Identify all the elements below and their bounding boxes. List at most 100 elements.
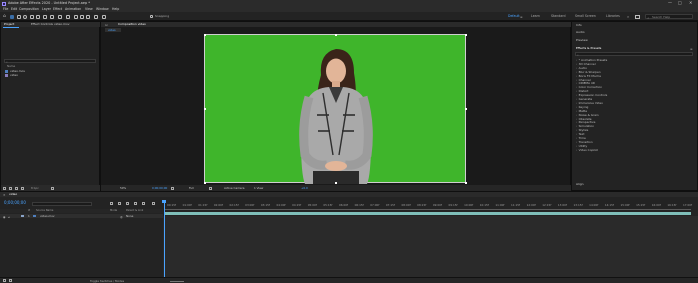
new-folder-icon[interactable] xyxy=(9,187,12,190)
zoom-slider[interactable] xyxy=(170,280,184,282)
shy-layers-icon[interactable] xyxy=(126,202,129,205)
viewer-timecode[interactable]: 0;00;00;00 xyxy=(152,187,167,190)
menu-composition[interactable]: Composition xyxy=(19,7,39,11)
zoom-tool-icon[interactable] xyxy=(23,14,27,19)
layer-switches-icon[interactable] xyxy=(3,279,6,283)
motion-blur-icon[interactable] xyxy=(142,202,145,205)
parent-dropdown[interactable]: None xyxy=(126,214,133,218)
workspace-overflow-icon[interactable]: » xyxy=(627,15,629,19)
tab-composition[interactable]: Composition video xyxy=(118,23,146,26)
close-button[interactable]: ✕ xyxy=(689,1,692,5)
menu-file[interactable]: File xyxy=(3,7,8,11)
index-column-header[interactable]: # xyxy=(28,209,30,213)
list-item[interactable]: video xyxy=(3,74,98,78)
work-area-bar[interactable] xyxy=(164,208,691,210)
effect-category[interactable]: Video Copilot xyxy=(576,148,598,152)
clone-stamp-tool-icon[interactable] xyxy=(80,14,84,19)
camera-tool-icon[interactable] xyxy=(36,14,40,19)
selection-tool-icon[interactable] xyxy=(10,14,14,19)
transfer-controls-icon[interactable] xyxy=(9,279,12,283)
camera-dropdown[interactable]: Active Camera xyxy=(224,187,245,190)
menu-layer[interactable]: Layer xyxy=(42,7,51,11)
effects-search-input[interactable]: ⌕ xyxy=(575,52,693,57)
menu-effect[interactable]: Effect xyxy=(53,7,62,11)
hand-tool-icon[interactable] xyxy=(17,14,21,19)
roto-brush-tool-icon[interactable] xyxy=(94,14,98,19)
label-color-swatch[interactable] xyxy=(21,214,24,218)
transform-handle-mr[interactable] xyxy=(465,108,467,110)
puppet-tool-icon[interactable] xyxy=(102,14,106,19)
playhead-handle-icon[interactable] xyxy=(162,200,166,203)
tab-timeline-video[interactable]: video xyxy=(9,193,17,196)
table-row[interactable]: ◉ ◂ 1 video.mov @ None xyxy=(0,214,163,219)
menu-help[interactable]: Help xyxy=(112,7,119,11)
pickwhip-icon[interactable]: @ xyxy=(120,215,123,219)
transform-handle-tr[interactable] xyxy=(465,34,467,36)
eraser-tool-icon[interactable] xyxy=(86,14,90,19)
brush-tool-icon[interactable] xyxy=(74,14,78,19)
rectangle-tool-icon[interactable] xyxy=(50,14,54,19)
pan-behind-tool-icon[interactable] xyxy=(43,14,47,19)
panel-menu-icon[interactable]: ≡ xyxy=(690,47,693,51)
transform-handle-bl[interactable] xyxy=(204,182,206,184)
panel-layout-icon[interactable] xyxy=(635,14,640,19)
composition-canvas[interactable] xyxy=(204,34,467,184)
tab-project[interactable]: Project xyxy=(4,23,14,26)
snapshot-icon[interactable] xyxy=(171,187,174,190)
minimize-button[interactable]: — xyxy=(668,1,672,5)
align-panel-title[interactable]: Align xyxy=(576,183,584,186)
transform-handle-ml[interactable] xyxy=(204,108,206,110)
audio-speaker-icon[interactable]: ◂ xyxy=(8,215,9,219)
bit-depth-label[interactable]: 8 bpc xyxy=(31,187,39,190)
draft-3d-icon[interactable] xyxy=(118,202,121,205)
transparency-grid-icon[interactable] xyxy=(209,187,212,190)
menu-animation[interactable]: Animation xyxy=(65,7,81,11)
rotate-tool-icon[interactable] xyxy=(30,14,34,19)
type-tool-icon[interactable] xyxy=(66,14,70,19)
menu-edit[interactable]: Edit xyxy=(11,7,17,11)
transform-handle-tl[interactable] xyxy=(204,34,206,36)
workspace-learn[interactable]: Learn xyxy=(531,14,540,18)
snapping-checkbox[interactable] xyxy=(150,15,153,18)
frame-blending-icon[interactable] xyxy=(134,202,137,205)
tab-effect-controls[interactable]: Effect Controls video.mov xyxy=(31,23,70,26)
menu-window[interactable]: Window xyxy=(96,7,109,11)
transform-handle-br[interactable] xyxy=(465,182,467,184)
comp-mini-flowchart-icon[interactable] xyxy=(110,202,113,205)
delete-icon[interactable] xyxy=(51,187,54,190)
effects-presets-title[interactable]: Effects & Presets xyxy=(576,47,601,50)
pen-tool-icon[interactable] xyxy=(58,14,62,19)
info-panel-title[interactable]: Info xyxy=(576,24,582,27)
layer-duration-bar[interactable] xyxy=(164,212,691,215)
timeline-timecode[interactable]: 0;00;00;00 xyxy=(4,201,26,205)
workspace-small-screen[interactable]: Small Screen xyxy=(575,14,596,18)
workspace-libraries[interactable]: Libraries xyxy=(606,14,620,18)
name-column-header[interactable]: Name xyxy=(7,65,15,68)
new-composition-icon[interactable] xyxy=(15,187,18,190)
search-help-field[interactable]: ⌕ Search Help xyxy=(645,14,693,20)
layer-name[interactable]: video.mov xyxy=(40,214,55,218)
playhead[interactable] xyxy=(164,201,165,280)
views-dropdown[interactable]: 1 View xyxy=(254,187,263,190)
home-icon[interactable]: ⌂ xyxy=(3,14,6,19)
maximize-button[interactable]: □ xyxy=(678,1,682,5)
project-search-input[interactable]: ⌕ xyxy=(4,59,96,64)
audio-panel-title[interactable]: Audio xyxy=(576,31,585,34)
transform-handle-bm[interactable] xyxy=(335,182,337,184)
workspace-standard[interactable]: Standard xyxy=(551,14,566,18)
zoom-dropdown[interactable]: 50% xyxy=(120,187,126,190)
workspace-menu-icon[interactable]: ≡ xyxy=(520,15,523,19)
transform-handle-tm[interactable] xyxy=(335,34,337,36)
lock-icon[interactable]: ⊡ xyxy=(105,23,108,27)
resolution-dropdown[interactable]: Full xyxy=(189,187,194,190)
preview-panel-title[interactable]: Preview xyxy=(576,39,588,42)
project-settings-icon[interactable] xyxy=(21,187,24,190)
menu-view[interactable]: View xyxy=(85,7,93,11)
parent-link-column-header[interactable]: Parent & Link xyxy=(126,209,143,213)
exposure-value[interactable]: +0.0 xyxy=(301,187,308,190)
timeline-search-input[interactable] xyxy=(32,201,92,206)
graph-editor-icon[interactable] xyxy=(152,202,155,205)
visibility-eye-icon[interactable]: ◉ xyxy=(3,215,5,219)
source-name-column-header[interactable]: Source Name xyxy=(36,209,53,213)
toggle-switches-modes[interactable]: Toggle Switches / Modes xyxy=(90,279,124,283)
